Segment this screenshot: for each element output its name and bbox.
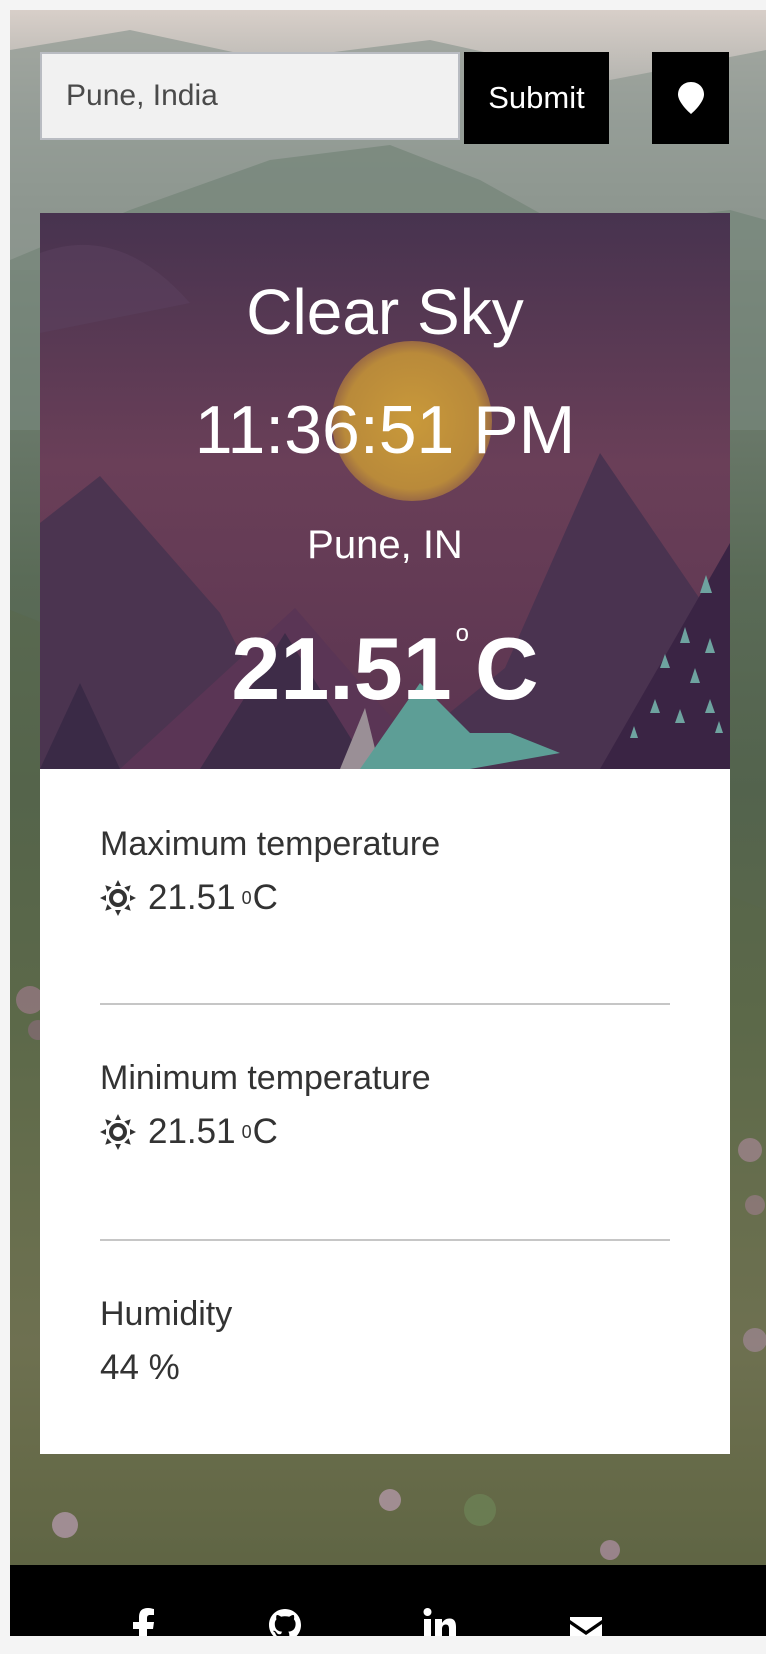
sun-icon	[100, 880, 136, 916]
weather-condition: Clear Sky	[246, 276, 524, 348]
location-name: Pune, IN	[307, 523, 463, 567]
weather-card: Clear Sky 11:36:51 PM Pune, IN 21.51 oC M…	[40, 213, 730, 1454]
social-footer	[10, 1565, 766, 1636]
app-viewport: Submit	[10, 10, 766, 1636]
facebook-icon[interactable]	[130, 1607, 156, 1636]
min-temp-value-row: 21.51 0 C	[100, 1112, 670, 1152]
max-temp-label: Maximum temperature	[100, 825, 441, 863]
weather-summary: Clear Sky 11:36:51 PM Pune, IN 21.51 oC	[40, 213, 730, 769]
humidity-row: Humidity 44 %	[100, 1241, 670, 1477]
current-location-button[interactable]	[652, 52, 729, 144]
github-icon[interactable]	[268, 1607, 302, 1636]
humidity-value: 44 %	[100, 1348, 180, 1387]
temperature-value: 21.51	[231, 619, 452, 718]
sun-icon	[100, 1114, 136, 1150]
degree-symbol: 0	[241, 887, 252, 908]
humidity-label: Humidity	[100, 1295, 233, 1333]
degree-symbol: 0	[241, 1121, 252, 1142]
degree-symbol: o	[455, 620, 469, 647]
max-temp-value: 21.51	[148, 878, 236, 917]
submit-button[interactable]: Submit	[464, 52, 609, 144]
min-temp-row: Minimum temperature 21.51 0 C	[100, 1005, 670, 1241]
min-temp-label: Minimum temperature	[100, 1059, 431, 1097]
current-time: 11:36:51 PM	[194, 392, 576, 468]
city-search-input[interactable]	[40, 52, 460, 140]
max-temp-value-row: 21.51 0 C	[100, 878, 670, 918]
max-temp-unit: C	[252, 878, 278, 917]
min-temp-value: 21.51	[148, 1112, 236, 1151]
min-temp-unit: C	[252, 1112, 278, 1151]
map-pin-icon	[677, 82, 704, 114]
weather-details: Maximum temperature 21.51 0 C Minimum te…	[40, 769, 730, 1454]
linkedin-icon[interactable]	[422, 1607, 456, 1636]
mail-icon[interactable]	[568, 1607, 604, 1636]
max-temp-row: Maximum temperature 21.51 0 C	[100, 825, 670, 1005]
temperature-unit: C	[475, 619, 539, 718]
current-temperature: 21.51 oC	[40, 618, 730, 720]
